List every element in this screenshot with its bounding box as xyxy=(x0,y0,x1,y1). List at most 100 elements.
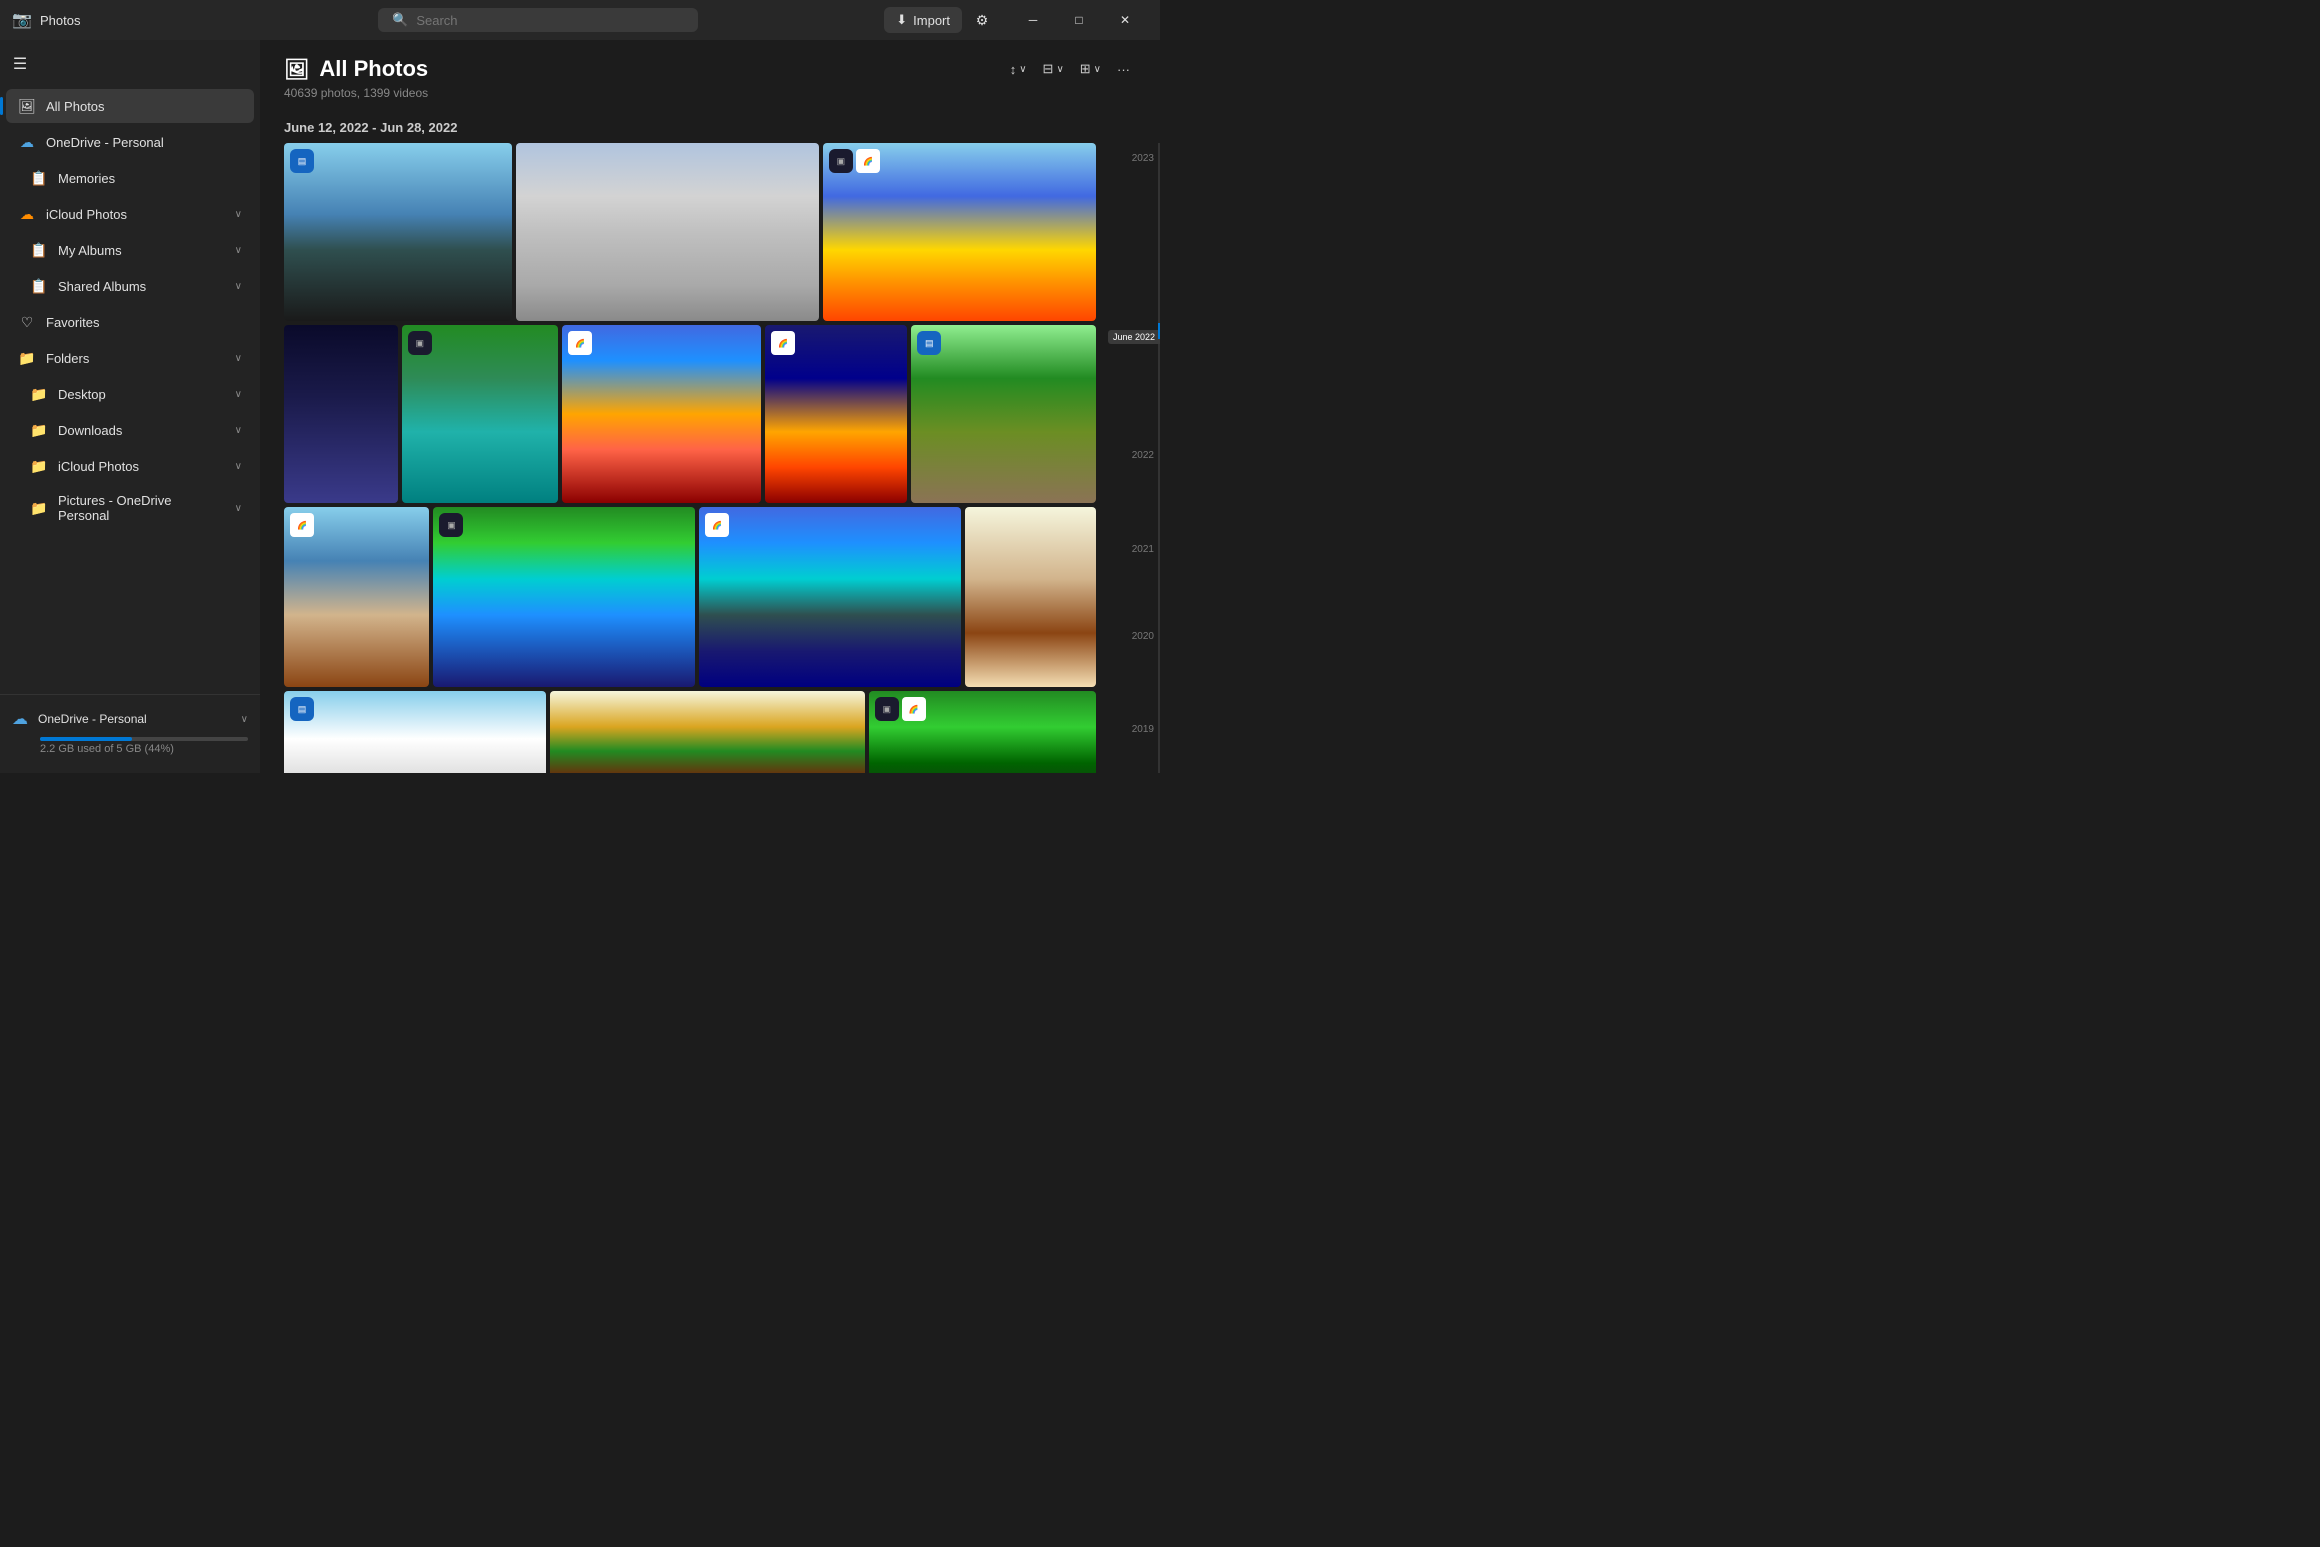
photo-cell-sky[interactable]: ▤ xyxy=(284,691,546,773)
sidebar-item-downloads[interactable]: 📁 Downloads ∨ xyxy=(6,413,254,447)
badge-screen-hands: ▣ xyxy=(875,697,899,721)
photo-cell-stars[interactable] xyxy=(284,325,398,503)
search-input[interactable] xyxy=(416,13,684,28)
year-label-2019[interactable]: 2019 xyxy=(1132,724,1154,735)
year-labels-panel: 2023 June 2022 2022 2021 2020 xyxy=(1100,143,1160,773)
photo-cell-bridge[interactable]: ▣ xyxy=(402,325,558,503)
sidebar-item-folders[interactable]: 📁 Folders ∨ xyxy=(6,341,254,375)
badge-screen-lake: ▣ xyxy=(439,513,463,537)
sidebar-label-favorites: Favorites xyxy=(46,315,242,330)
filter-chevron-icon: ∨ xyxy=(1056,64,1063,75)
ellipsis-icon: ··· xyxy=(1117,62,1130,77)
scroll-indicator-line xyxy=(1158,323,1160,339)
sidebar-label-shared-albums: Shared Albums xyxy=(58,279,225,294)
badge-screen-plane: ▣ xyxy=(829,149,853,173)
chevron-folders-icon: ∨ xyxy=(235,353,242,364)
content-title: 🖼 All Photos xyxy=(284,56,428,82)
icloud-hands-icon: 🌈 xyxy=(909,705,919,714)
onedrive-icon: ☁ xyxy=(18,133,36,151)
content-title-row: 🖼 All Photos ↕ ∨ ⊟ ∨ ⊞ ∨ xyxy=(284,56,1136,82)
sidebar-label-onedrive: OneDrive - Personal xyxy=(46,135,242,150)
sidebar-item-pictures-onedrive[interactable]: 📁 Pictures - OneDrive Personal ∨ xyxy=(6,485,254,531)
onedrive-storage-row[interactable]: ☁ OneDrive - Personal ∨ xyxy=(12,705,248,733)
sidebar-item-all-photos[interactable]: 🖼 All Photos xyxy=(6,89,254,123)
badge-sky-icon: ▤ xyxy=(298,704,307,715)
chevron-pictures-icon: ∨ xyxy=(235,503,242,514)
badge-icloud-harbor: 🌈 xyxy=(705,513,729,537)
badge-icon: ▤ xyxy=(298,156,307,167)
badge-blue-olive: ▤ xyxy=(917,331,941,355)
year-label-2023[interactable]: 2023 xyxy=(1132,153,1154,164)
sidebar-label-icloud-folder: iCloud Photos xyxy=(58,459,225,474)
import-button[interactable]: ⬇ Import xyxy=(884,7,962,33)
sidebar-item-icloud-folder[interactable]: 📁 iCloud Photos ∨ xyxy=(6,449,254,483)
view-button[interactable]: ⊞ ∨ xyxy=(1074,56,1107,82)
sidebar-item-onedrive[interactable]: ☁ OneDrive - Personal xyxy=(6,125,254,159)
badge-icloud-hands: 🌈 xyxy=(902,697,926,721)
year-label-2021[interactable]: 2021 xyxy=(1132,544,1154,555)
badge-icloud-desert: 🌈 xyxy=(290,513,314,537)
badge-screen-bridge: ▣ xyxy=(408,331,432,355)
onedrive-footer-icon: ☁ xyxy=(12,709,28,729)
pictures-onedrive-icon: 📁 xyxy=(30,499,48,517)
sort-button[interactable]: ↕ ∨ xyxy=(1004,57,1033,82)
heart-icon: ♡ xyxy=(18,313,36,331)
sidebar-item-icloud[interactable]: ☁ iCloud Photos ∨ xyxy=(6,197,254,231)
photo-cell-plane[interactable]: ▣ 🌈 xyxy=(823,143,1096,321)
photo-cell-desert[interactable]: 🌈 xyxy=(284,507,429,687)
date-range-header: June 12, 2022 - Jun 28, 2022 xyxy=(260,108,1160,143)
photo-cell-lake[interactable]: ▣ xyxy=(433,507,695,687)
photo-cell-olive[interactable]: ▤ xyxy=(911,325,1096,503)
search-box[interactable]: 🔍 xyxy=(378,8,698,32)
year-label-2022[interactable]: 2022 xyxy=(1132,450,1154,461)
badge-icloud-tree: 🌈 xyxy=(771,331,795,355)
hamburger-menu[interactable]: ☰ xyxy=(0,44,40,84)
more-button[interactable]: ··· xyxy=(1111,57,1136,82)
photo-cell-city[interactable]: ▤ xyxy=(284,143,512,321)
chevron-desktop-icon: ∨ xyxy=(235,389,242,400)
maximize-button[interactable]: □ xyxy=(1056,4,1102,36)
photo-row-4: ▤ ▣ 🌈 xyxy=(284,691,1096,773)
screen-hands-icon: ▣ xyxy=(883,704,892,715)
filter-icon: ⊟ xyxy=(1043,61,1054,77)
sidebar-item-favorites[interactable]: ♡ Favorites xyxy=(6,305,254,339)
window-controls: ─ □ ✕ xyxy=(1010,4,1148,36)
photo-cell-sunset-city[interactable]: 🌈 xyxy=(562,325,761,503)
shared-album-icon: 📋 xyxy=(30,277,48,295)
sidebar-item-shared-albums[interactable]: 📋 Shared Albums ∨ xyxy=(6,269,254,303)
content-header: 🖼 All Photos ↕ ∨ ⊟ ∨ ⊞ ∨ xyxy=(260,40,1160,108)
photo-cell-harbor[interactable]: 🌈 xyxy=(699,507,961,687)
photo-cell-dog[interactable] xyxy=(965,507,1096,687)
sidebar-item-my-albums[interactable]: 📋 My Albums ∨ xyxy=(6,233,254,267)
title-bar-center: 🔍 xyxy=(192,8,884,32)
badge-icloud-plane: 🌈 xyxy=(856,149,880,173)
year-label-2020[interactable]: 2020 xyxy=(1132,631,1154,642)
sidebar-item-desktop[interactable]: 📁 Desktop ∨ xyxy=(6,377,254,411)
sort-chevron-icon: ∨ xyxy=(1019,64,1026,75)
screen-icon: ▣ xyxy=(837,156,846,167)
page-icon: 🖼 xyxy=(284,57,309,82)
icloud-icon: ☁ xyxy=(18,205,36,223)
sidebar-item-memories[interactable]: 📋 Memories xyxy=(6,161,254,195)
sidebar-label-all-photos: All Photos xyxy=(46,99,242,114)
icloud-desert-icon: 🌈 xyxy=(297,521,307,530)
photo-cell-carnival[interactable] xyxy=(516,143,819,321)
filter-button[interactable]: ⊟ ∨ xyxy=(1037,56,1070,82)
storage-text: 2.2 GB used of 5 GB (44%) xyxy=(40,743,248,755)
view-chevron-icon: ∨ xyxy=(1094,64,1101,75)
photo-row-1: ▤ ▣ 🌈 xyxy=(284,143,1096,321)
photo-cell-hands[interactable]: ▣ 🌈 xyxy=(869,691,1096,773)
chevron-downloads-icon: ∨ xyxy=(235,425,242,436)
content-toolbar: ↕ ∨ ⊟ ∨ ⊞ ∨ ··· xyxy=(1004,56,1136,82)
memories-icon: 📋 xyxy=(30,169,48,187)
photo-cell-tree-sunset[interactable]: 🌈 xyxy=(765,325,907,503)
close-button[interactable]: ✕ xyxy=(1102,4,1148,36)
settings-button[interactable]: ⚙ xyxy=(966,4,998,36)
icloud-badge-icon: 🌈 xyxy=(863,157,873,166)
photo-cell-food[interactable] xyxy=(550,691,865,773)
badge-blue-city: ▤ xyxy=(290,149,314,173)
minimize-button[interactable]: ─ xyxy=(1010,4,1056,36)
badge-icloud-sunset: 🌈 xyxy=(568,331,592,355)
icloud-sunset-icon: 🌈 xyxy=(575,339,585,348)
import-icon: ⬇ xyxy=(896,12,907,28)
